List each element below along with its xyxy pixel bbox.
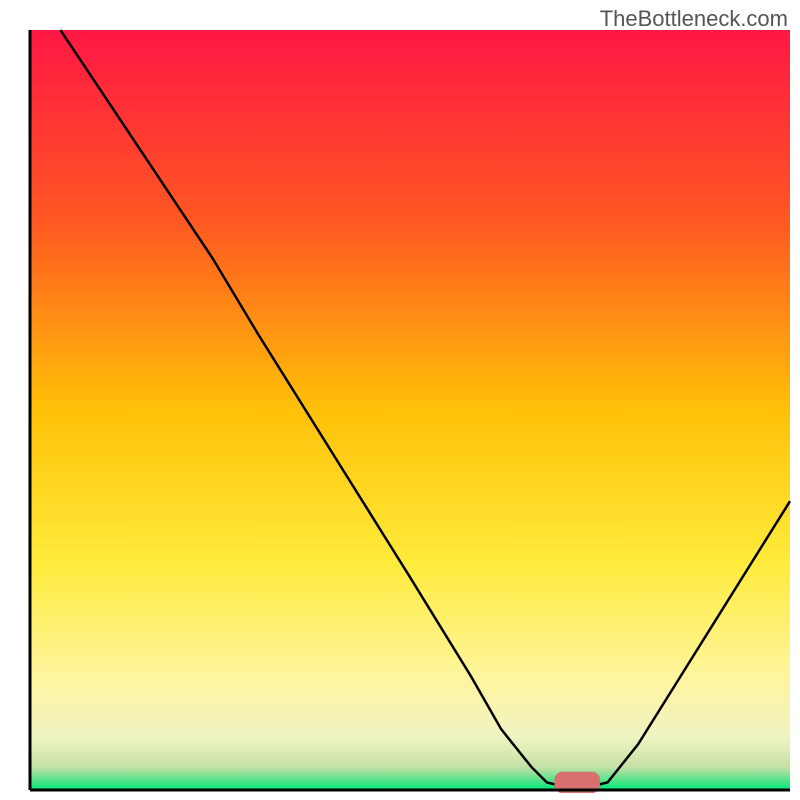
- chart-container: TheBottleneck.com: [0, 0, 800, 800]
- watermark-text: TheBottleneck.com: [600, 6, 788, 32]
- gradient-background: [30, 30, 790, 790]
- bottleneck-chart: [0, 0, 800, 800]
